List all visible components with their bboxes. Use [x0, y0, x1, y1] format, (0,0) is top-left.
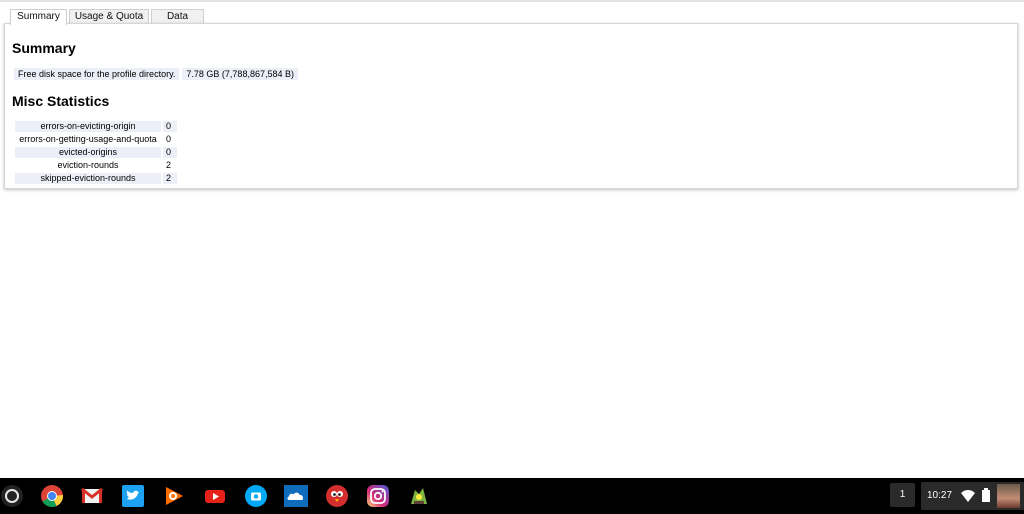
twitter-icon[interactable]: [121, 484, 145, 508]
tab-usage-quota[interactable]: Usage & Quota: [69, 9, 149, 23]
instagram-icon[interactable]: [366, 484, 390, 508]
free-space-label: Free disk space for the profile director…: [14, 68, 180, 80]
misc-statistics-heading: Misc Statistics: [12, 93, 110, 109]
onedrive-icon[interactable]: [284, 484, 308, 508]
table-row: eviction-rounds 2: [15, 160, 177, 171]
play-music-icon[interactable]: [162, 484, 186, 508]
tab-data[interactable]: Data: [151, 9, 204, 23]
stat-value: 0: [163, 134, 177, 145]
stat-value: 2: [163, 173, 177, 184]
stat-value: 0: [163, 121, 177, 132]
stat-value: 2: [163, 160, 177, 171]
stat-key: evicted-origins: [15, 147, 161, 158]
tab-bar: Summary Usage & Quota Data: [0, 9, 1024, 25]
free-space-value: 7.78 GB (7,788,867,584 B): [182, 68, 298, 80]
stat-key: eviction-rounds: [15, 160, 161, 171]
stat-key: errors-on-getting-usage-and-quota: [15, 134, 161, 145]
table-row: errors-on-evicting-origin 0: [15, 121, 177, 132]
launcher-button[interactable]: [1, 485, 23, 507]
stat-key: errors-on-evicting-origin: [15, 121, 161, 132]
camera-icon[interactable]: [244, 484, 268, 508]
stat-key: skipped-eviction-rounds: [15, 173, 161, 184]
avatar[interactable]: [997, 484, 1020, 508]
summary-heading: Summary: [12, 40, 76, 56]
clock: 10:27: [927, 490, 953, 501]
tab-summary[interactable]: Summary: [10, 9, 67, 25]
game-icon[interactable]: [407, 484, 431, 508]
window-top-border: [0, 0, 1024, 2]
table-row: errors-on-getting-usage-and-quota 0: [15, 134, 177, 145]
table-row: skipped-eviction-rounds 2: [15, 173, 177, 184]
table-row: evicted-origins 0: [15, 147, 177, 158]
battery-icon: [982, 488, 990, 507]
misc-statistics-table: errors-on-evicting-origin 0 errors-on-ge…: [13, 119, 179, 186]
shelf: [0, 478, 1024, 514]
launcher-icon: [5, 489, 19, 503]
notification-count-badge[interactable]: 1: [890, 483, 915, 507]
youtube-icon[interactable]: [203, 484, 227, 508]
stat-value: 0: [163, 147, 177, 158]
summary-row: Free disk space for the profile director…: [14, 68, 301, 80]
angry-bird-icon[interactable]: [325, 484, 349, 508]
wifi-icon: [961, 489, 975, 507]
chrome-icon[interactable]: [40, 484, 64, 508]
gmail-icon[interactable]: [80, 484, 104, 508]
